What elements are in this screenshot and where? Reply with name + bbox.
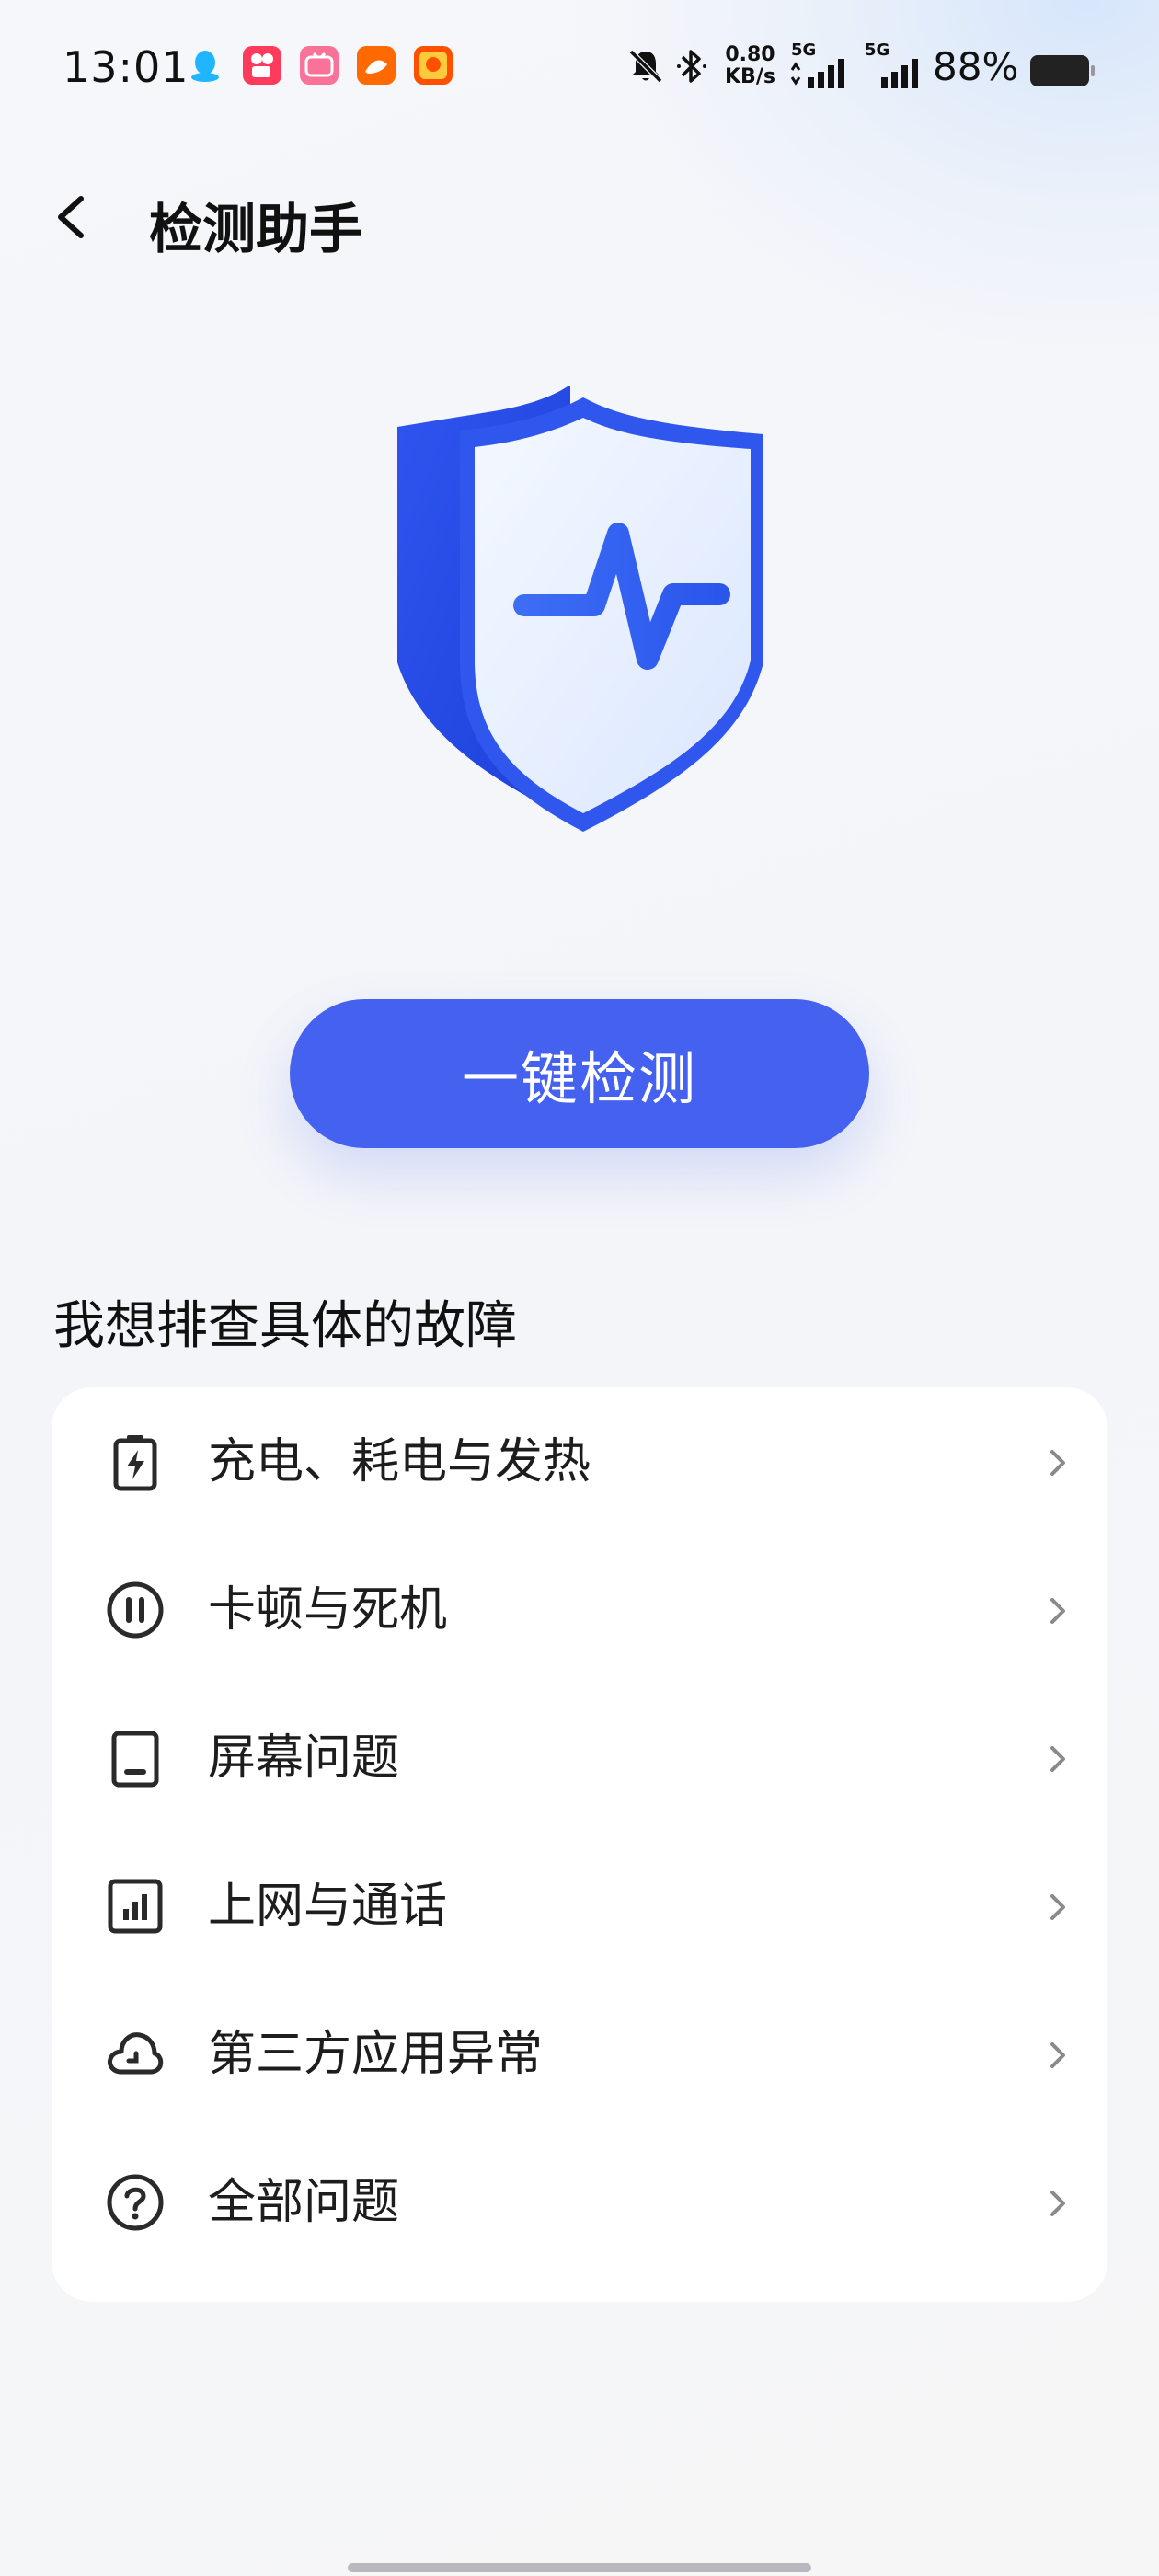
pause-circle-icon xyxy=(107,1581,164,1639)
signal-box-icon xyxy=(108,1879,163,1934)
battery-percent: 88% xyxy=(933,44,1019,89)
bluetooth-icon xyxy=(677,50,706,83)
bilibili-notification-icon xyxy=(300,46,339,85)
back-button[interactable] xyxy=(42,180,107,254)
issue-label: 充电、耗电与发热 xyxy=(208,1434,591,1489)
one-click-detect-button[interactable]: 一键检测 xyxy=(290,999,869,1148)
network-speed-unit: KB/s xyxy=(725,65,775,88)
issue-row-third-party-apps[interactable]: 第三方应用异常 xyxy=(52,1980,1107,2128)
issue-label: 第三方应用异常 xyxy=(208,2027,544,2082)
issue-label: 上网与通话 xyxy=(208,1879,448,1934)
chevron-right-icon xyxy=(1050,2042,1065,2068)
chevron-right-icon xyxy=(1050,2191,1065,2216)
issue-row-lag-freeze[interactable]: 卡顿与死机 xyxy=(52,1535,1107,1684)
home-indicator[interactable] xyxy=(348,2563,811,2572)
cloud-icon xyxy=(108,2032,164,2075)
page-title: 检测助手 xyxy=(149,198,363,260)
signal1-bars-icon xyxy=(790,59,844,88)
battery-charge-icon xyxy=(113,1435,157,1491)
status-bar: 13:01 0.80 KB/s 5G 5G 88% xyxy=(0,0,1159,138)
issue-row-screen[interactable]: 屏幕问题 xyxy=(52,1684,1107,1832)
chevron-right-icon xyxy=(1050,1894,1065,1920)
chevron-right-icon xyxy=(1050,1598,1065,1624)
qq-notification-icon xyxy=(191,51,219,82)
shield-pulse-icon xyxy=(397,386,763,832)
mute-bell-icon xyxy=(628,49,663,84)
issue-list-card: 充电、耗电与发热 卡顿与死机 屏幕问题 上网与通话 第三方应用异常 全部问题 xyxy=(52,1387,1107,2302)
issue-label: 全部问题 xyxy=(208,2175,400,2230)
section-title: 我想排查具体的故障 xyxy=(53,1296,517,1356)
issue-row-network-call[interactable]: 上网与通话 xyxy=(52,1832,1107,1980)
network-speed: 0.80 KB/s xyxy=(725,44,775,88)
screen-icon xyxy=(111,1731,159,1788)
chevron-right-icon xyxy=(1050,1746,1065,1772)
issue-row-all-issues[interactable]: 全部问题 xyxy=(52,2128,1107,2276)
battery-icon xyxy=(1030,55,1095,86)
taobao-notification-icon xyxy=(414,46,453,85)
chevron-right-icon xyxy=(1050,1450,1065,1476)
alibaba-notification-icon xyxy=(357,46,396,85)
issue-label: 卡顿与死机 xyxy=(208,1582,448,1638)
network-speed-value: 0.80 xyxy=(725,43,775,66)
issue-label: 屏幕问题 xyxy=(208,1731,400,1786)
issue-row-charging[interactable]: 充电、耗电与发热 xyxy=(52,1387,1107,1535)
question-circle-icon xyxy=(107,2174,164,2231)
status-time: 13:01 xyxy=(63,42,189,92)
signal2-bars-icon xyxy=(881,59,918,88)
kuaishou-notification-icon xyxy=(243,46,281,85)
